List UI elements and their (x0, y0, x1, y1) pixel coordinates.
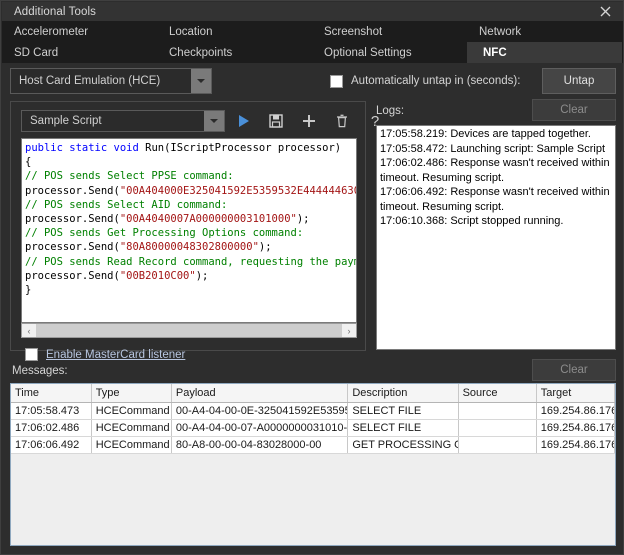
scroll-left-icon[interactable]: ‹ (22, 324, 36, 337)
close-icon[interactable] (592, 2, 618, 21)
script-editor[interactable]: public static void Run(IScriptProcessor … (21, 138, 357, 323)
table-row[interactable]: 17:05:58.473 HCECommand 00-A4-04-00-0E-325… (11, 402, 615, 420)
script-editor-horizontal-scrollbar[interactable]: ‹ › (21, 323, 357, 338)
cell-payload: 80-A8-00-00-04-83028000-00 (171, 436, 349, 454)
column-header-description[interactable]: Description (347, 384, 459, 403)
tab-label: SD Card (14, 46, 59, 59)
table-row[interactable]: 17:06:02.486 HCECommand 00-A4-04-00-07-A00… (11, 419, 615, 437)
nfc-toolbar: Host Card Emulation (HCE) Automatically … (2, 68, 623, 96)
cell-source (458, 419, 537, 437)
tab-checkpoints[interactable]: Checkpoints (157, 42, 312, 63)
messages-clear-button[interactable]: Clear (532, 359, 616, 381)
cell-type: HCECommand (91, 419, 172, 437)
cell-source (458, 402, 537, 420)
tab-screenshot[interactable]: Screenshot (312, 21, 467, 42)
table-row[interactable]: 17:06:06.492 HCECommand 80-A8-00-00-04-830… (11, 436, 615, 454)
messages-table-container: Time Type Payload Description Source Tar… (10, 383, 616, 546)
nfc-panel: Host Card Emulation (HCE) Automatically … (2, 63, 623, 554)
trash-icon[interactable] (332, 110, 352, 132)
column-header-time[interactable]: Time (11, 384, 92, 403)
cell-time: 17:06:06.492 (11, 436, 92, 454)
mastercard-listener-checkbox[interactable] (25, 348, 38, 361)
cell-description: GET PROCESSING OP (347, 436, 459, 454)
emulation-mode-value: Host Card Emulation (HCE) (19, 75, 161, 87)
cell-description: SELECT FILE (347, 402, 459, 420)
log-entry: 17:05:58.472: Launching script: Sample S… (380, 142, 606, 155)
window-title: Additional Tools (14, 5, 96, 18)
title-bar: Additional Tools (2, 2, 623, 22)
cell-payload: 00-A4-04-00-07-A0000000031010-0 (171, 419, 349, 437)
messages-table-header: Time Type Payload Description Source Tar… (11, 384, 615, 403)
tab-row-secondary: SD Card Checkpoints Optional Settings NF… (2, 42, 623, 63)
logs-output[interactable]: 17:05:58.219: Devices are tapped togethe… (376, 125, 616, 350)
cell-source (458, 436, 537, 454)
play-icon[interactable] (233, 110, 253, 132)
additional-tools-window: Additional Tools Accelerometer Location … (0, 0, 624, 555)
script-toolbar: ? (233, 109, 385, 133)
tab-label: Location (169, 25, 213, 38)
logs-clear-button-label: Clear (560, 104, 588, 116)
messages-table-body: 17:05:58.473 HCECommand 00-A4-04-00-0E-325… (11, 402, 615, 454)
log-entry: 17:06:02.486: Response wasn't received w… (380, 157, 610, 184)
chevron-down-icon[interactable] (204, 111, 224, 131)
auto-untap-checkbox[interactable] (330, 74, 343, 88)
tab-optional-settings[interactable]: Optional Settings (312, 42, 467, 63)
cell-time: 17:06:02.486 (11, 419, 92, 437)
script-panel: Sample Script ? public static void Run(I… (10, 101, 379, 361)
script-select-value: Sample Script (30, 115, 102, 127)
log-entry: 17:06:06.492: Response wasn't received w… (380, 186, 610, 213)
cell-description: SELECT FILE (347, 419, 459, 437)
cell-type: HCECommand (91, 436, 172, 454)
logs-clear-button[interactable]: Clear (532, 99, 616, 121)
mastercard-listener-group: Enable MasterCard listener (25, 348, 185, 361)
script-select[interactable]: Sample Script (21, 110, 225, 132)
tab-label: Network (479, 25, 522, 38)
scroll-right-icon[interactable]: › (342, 324, 356, 337)
messages-table: Time Type Payload Description Source Tar… (11, 384, 615, 454)
tab-sd-card[interactable]: SD Card (2, 42, 157, 63)
tab-label: NFC (483, 46, 507, 59)
mastercard-listener-label[interactable]: Enable MasterCard listener (46, 349, 185, 361)
tab-label: Accelerometer (14, 25, 89, 38)
messages-label: Messages: (12, 365, 68, 377)
tab-strip: Accelerometer Location Screenshot Networ… (2, 21, 623, 63)
logs-label: Logs: (376, 105, 405, 117)
plus-icon[interactable] (299, 110, 319, 132)
tab-label: Screenshot (324, 25, 383, 38)
cell-target: 169.254.86.176 (536, 436, 615, 454)
emulation-mode-select[interactable]: Host Card Emulation (HCE) (10, 68, 212, 94)
tab-network[interactable]: Network (467, 21, 622, 42)
tab-nfc[interactable]: NFC (467, 42, 622, 63)
tab-label: Checkpoints (169, 46, 233, 59)
auto-untap-label: Automatically untap in (seconds): (351, 75, 521, 87)
log-entry: 17:06:10.368: Script stopped running. (380, 215, 564, 227)
save-icon[interactable] (266, 110, 286, 132)
cell-payload: 00-A4-04-00-0E-325041592E53595 (171, 402, 349, 420)
tab-accelerometer[interactable]: Accelerometer (2, 21, 157, 42)
chevron-down-icon[interactable] (191, 69, 211, 93)
tab-row-primary: Accelerometer Location Screenshot Networ… (2, 21, 623, 42)
cell-time: 17:05:58.473 (11, 402, 92, 420)
log-entry: 17:05:58.219: Devices are tapped togethe… (380, 128, 591, 140)
cell-type: HCECommand (91, 402, 172, 420)
table-header-row: Time Type Payload Description Source Tar… (11, 384, 615, 403)
messages-clear-button-label: Clear (560, 364, 588, 376)
column-header-source[interactable]: Source (458, 384, 537, 403)
untap-button-label: Untap (563, 75, 595, 87)
column-header-payload[interactable]: Payload (171, 384, 349, 403)
cell-target: 169.254.86.176 (536, 419, 615, 437)
script-editor-code: public static void Run(IScriptProcessor … (25, 142, 356, 297)
tab-location[interactable]: Location (157, 21, 312, 42)
untap-button[interactable]: Untap (542, 68, 616, 94)
scrollbar-thumb[interactable] (36, 324, 342, 337)
cell-target: 169.254.86.176 (536, 402, 615, 420)
tab-label: Optional Settings (324, 46, 412, 59)
column-header-target[interactable]: Target (536, 384, 615, 403)
column-header-type[interactable]: Type (91, 384, 172, 403)
